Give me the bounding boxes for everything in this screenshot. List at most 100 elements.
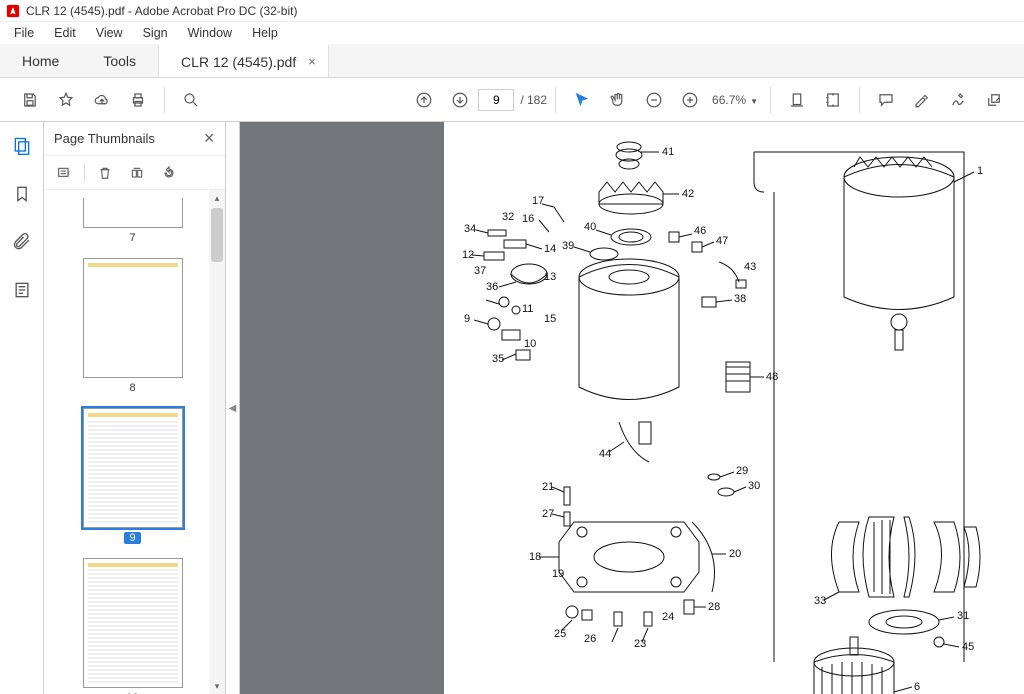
highlight-icon[interactable] [907,85,937,115]
svg-text:38: 38 [734,293,746,305]
page-input[interactable] [478,89,514,111]
arrow-up-icon[interactable] [409,85,439,115]
menu-help[interactable]: Help [242,24,288,42]
panel-header: Page Thumbnails ✕ [44,122,225,156]
panel-title: Page Thumbnails [54,131,155,146]
layers-icon[interactable] [8,276,36,304]
window-title: CLR 12 (4545).pdf - Adobe Acrobat Pro DC… [26,4,297,18]
tab-row: Home Tools CLR 12 (4545).pdf × [0,44,1024,78]
find-icon[interactable] [176,85,206,115]
panel-tools [44,156,225,190]
svg-text:20: 20 [729,548,741,560]
menu-view[interactable]: View [86,24,133,42]
close-icon[interactable]: × [308,54,316,69]
svg-text:14: 14 [544,243,556,255]
rotate-pages-icon[interactable] [125,161,149,185]
svg-text:33: 33 [814,595,826,607]
svg-text:34: 34 [464,223,476,235]
panel-close-icon[interactable]: ✕ [203,130,215,147]
zoom-out-icon[interactable] [639,85,669,115]
svg-text:23: 23 [634,638,646,650]
thumbnail-list: 7 8 9 10 [44,190,225,694]
hand-icon[interactable] [603,85,633,115]
options-icon[interactable] [52,161,76,185]
svg-text:30: 30 [748,480,760,492]
rotate-icon[interactable] [157,161,181,185]
save-icon[interactable] [15,85,45,115]
svg-text:40: 40 [584,221,596,233]
svg-text:44: 44 [599,448,611,460]
svg-text:11: 11 [522,303,533,315]
separator [770,87,771,113]
menu-file[interactable]: File [4,24,44,42]
trash-icon[interactable] [93,161,117,185]
page-preview [83,558,183,688]
star-icon[interactable] [51,85,81,115]
menu-sign[interactable]: Sign [133,24,178,42]
svg-text:1: 1 [977,165,983,177]
sign-pen-icon[interactable] [943,85,973,115]
scrollbar[interactable]: ▴ ▾ [209,190,225,694]
page-preview [83,258,183,378]
svg-text:19: 19 [552,568,564,580]
thumbnail-8[interactable]: 8 [83,258,183,394]
svg-text:16: 16 [522,213,534,225]
fit-width-icon[interactable] [782,85,812,115]
menu-window[interactable]: Window [178,24,242,42]
comment-icon[interactable] [871,85,901,115]
page-preview [83,408,183,528]
svg-text:41: 41 [662,146,674,158]
svg-text:9: 9 [464,313,470,325]
chevron-down-icon: ▼ [750,97,758,106]
scroll-up-icon[interactable]: ▴ [209,190,225,206]
svg-text:48: 48 [766,371,778,383]
acrobat-icon [6,4,20,18]
thumbnails-panel: Page Thumbnails ✕ 7 8 9 [44,122,226,694]
svg-text:36: 36 [486,281,498,293]
attachment-icon[interactable] [8,228,36,256]
separator [859,87,860,113]
separator [164,87,165,113]
separator [84,164,85,182]
svg-text:10: 10 [524,338,536,350]
menu-edit[interactable]: Edit [44,24,86,42]
svg-text:6: 6 [914,681,920,693]
thumbnail-9[interactable]: 9 [83,408,183,544]
bookmark-icon[interactable] [8,180,36,208]
svg-text:21: 21 [542,481,554,493]
tab-document[interactable]: CLR 12 (4545).pdf × [158,44,329,77]
tab-home[interactable]: Home [0,44,81,77]
zoom-select[interactable]: 66.7%▼ [712,93,758,107]
scrollbar-thumb[interactable] [211,208,223,262]
menu-bar: File Edit View Sign Window Help [0,22,1024,44]
thumbnail-scroll: 7 8 9 10 ▴ ▾ [44,190,225,694]
print-icon[interactable] [123,85,153,115]
svg-text:46: 46 [694,225,706,237]
svg-text:29: 29 [736,465,748,477]
svg-text:47: 47 [716,235,728,247]
scroll-down-icon[interactable]: ▾ [209,678,225,694]
svg-text:26: 26 [584,633,596,645]
svg-text:28: 28 [708,601,720,613]
svg-text:45: 45 [962,641,974,653]
svg-text:31: 31 [957,610,969,622]
svg-text:25: 25 [554,628,566,640]
select-icon[interactable] [567,85,597,115]
cloud-icon[interactable] [87,85,117,115]
thumbnail-7[interactable]: 7 [83,198,183,244]
thumbnails-tab-icon[interactable] [8,132,36,160]
arrow-down-icon[interactable] [445,85,475,115]
svg-text:37: 37 [474,265,486,277]
collapse-handle[interactable]: ◀ [226,122,240,694]
stamp-icon[interactable] [979,85,1009,115]
page-content: 41 42 40 39 17 16 32 34 12 14 36 37 13 1… [444,122,1024,694]
thumbnail-10[interactable]: 10 [83,558,183,694]
document-area[interactable]: 41 42 40 39 17 16 32 34 12 14 36 37 13 1… [240,122,1024,694]
svg-text:15: 15 [544,313,556,325]
tab-tools[interactable]: Tools [81,44,158,77]
exploded-diagram: 41 42 40 39 17 16 32 34 12 14 36 37 13 1… [444,122,1024,694]
svg-text:35: 35 [492,353,504,365]
zoom-in-icon[interactable] [675,85,705,115]
svg-text:12: 12 [462,249,474,261]
page-display-icon[interactable] [818,85,848,115]
